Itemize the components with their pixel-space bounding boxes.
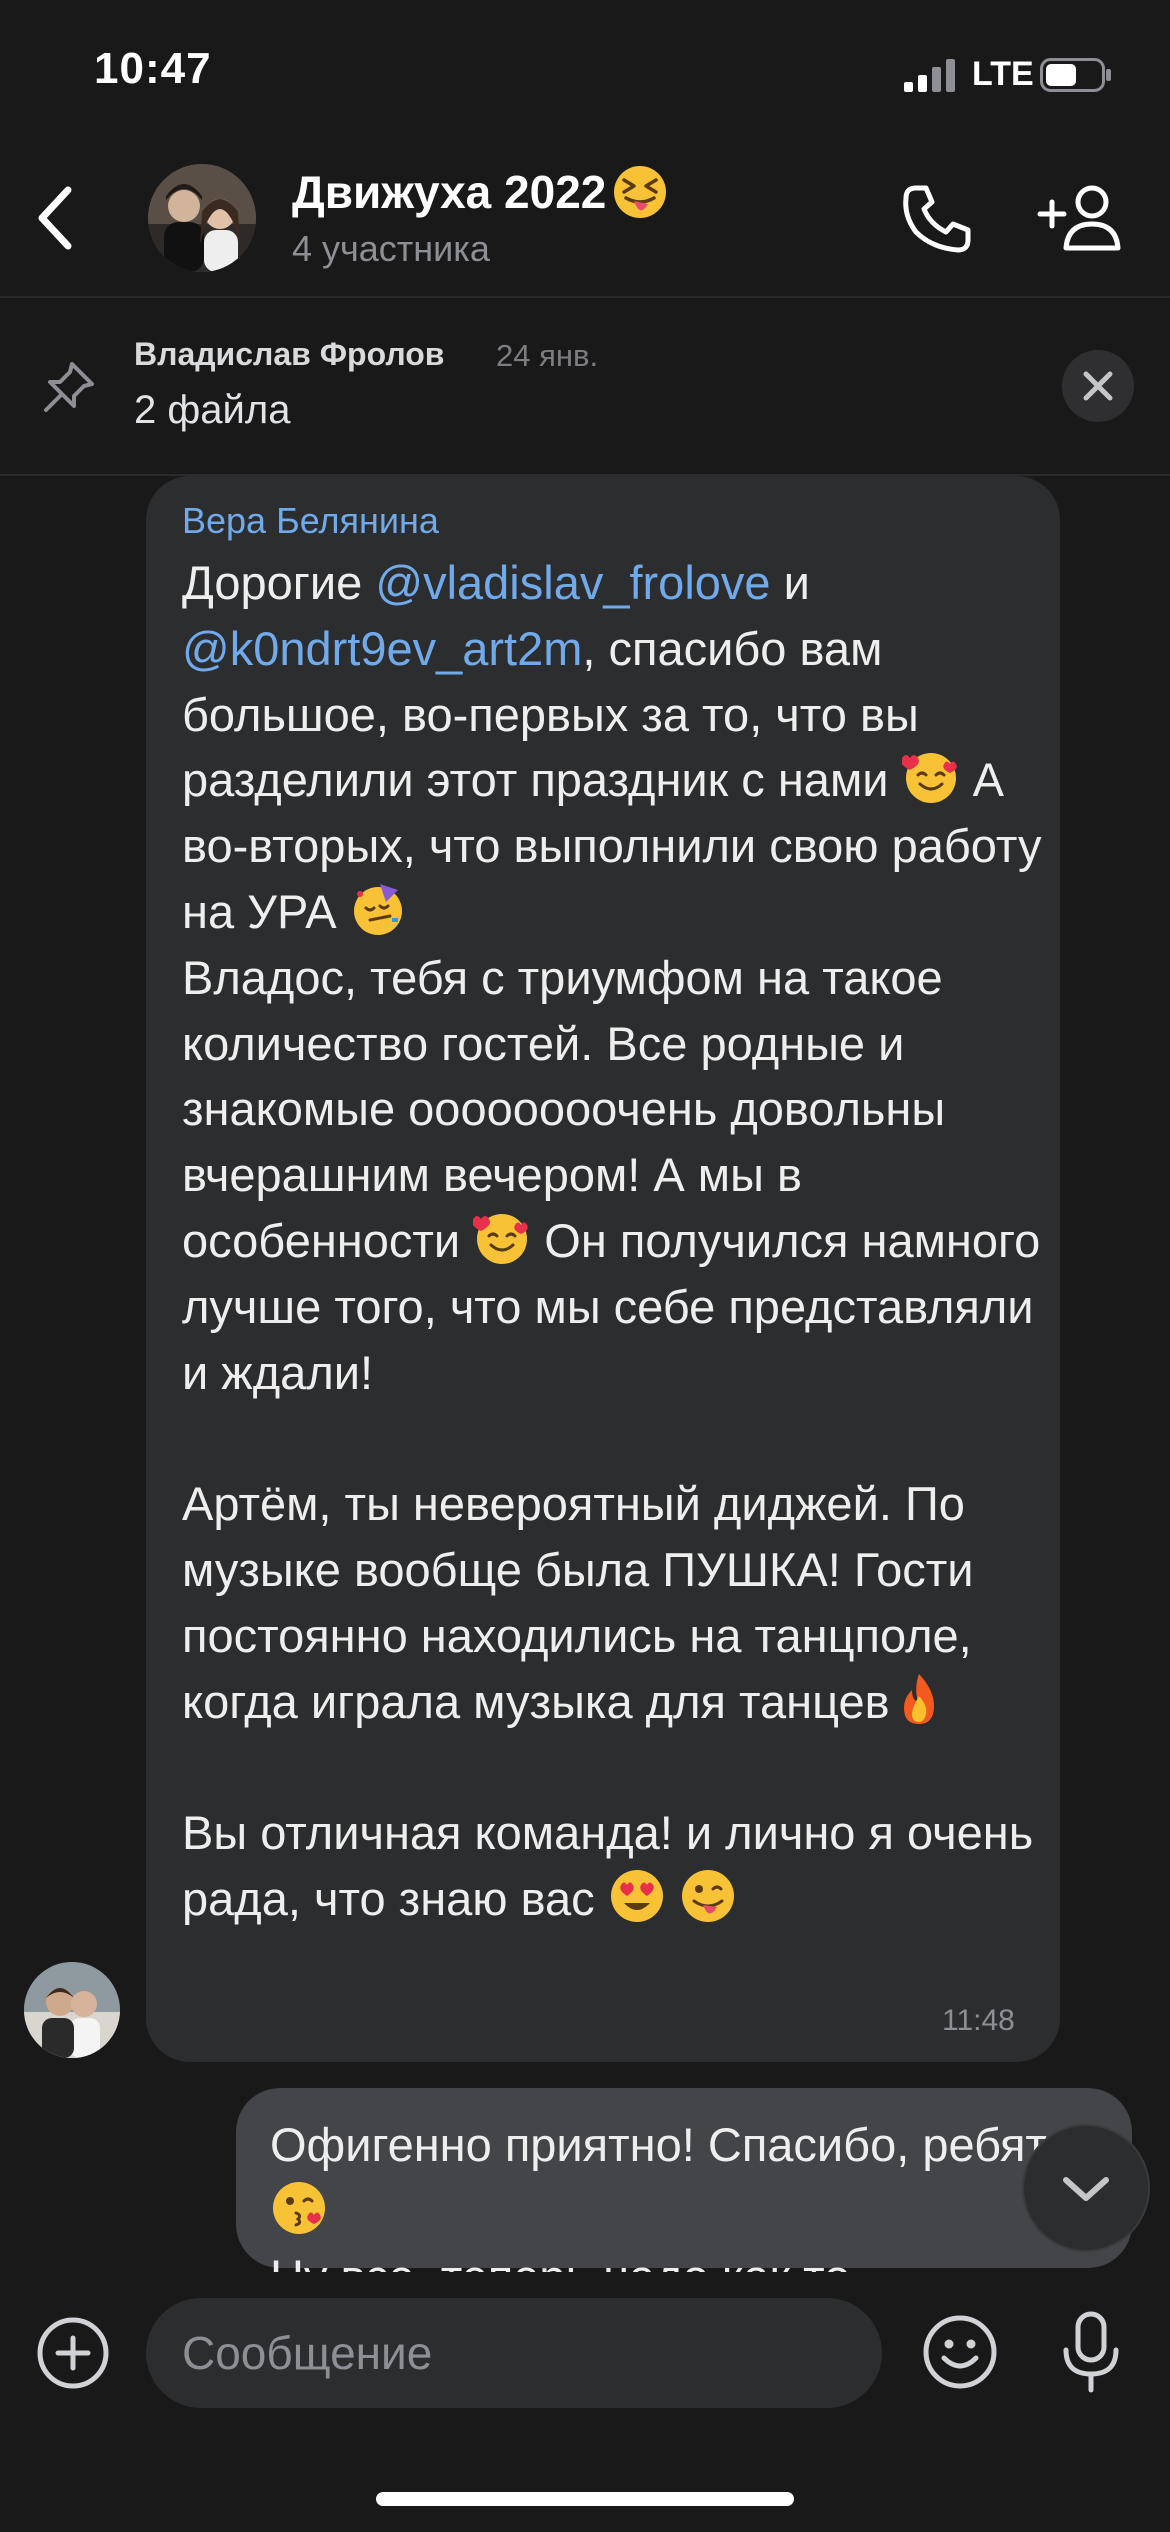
microphone-icon[interactable] [1056,2310,1126,2394]
kissing-heart-emoji-icon [273,2182,325,2234]
partying-face-emoji-icon [353,883,402,935]
messages-area[interactable]: Вера Белянина Дорогие @vladislav_frolove… [0,0,1170,2272]
attach-plus-icon[interactable] [36,2316,110,2390]
chevron-down-icon [1063,2177,1109,2201]
mention-link[interactable]: @vladislav_frolove [375,556,770,609]
incoming-message-text: Дорогие @vladislav_frolove и @k0ndrt9ev_… [182,556,1055,1925]
emoji-picker-icon[interactable] [922,2314,998,2390]
home-indicator [376,2492,794,2506]
sender-avatar[interactable] [24,1962,120,2058]
winking-tongue-emoji-icon [681,1869,734,1922]
scroll-down-button[interactable] [1022,2124,1150,2252]
message-input[interactable] [146,2298,882,2408]
heart-eyes-emoji-icon [610,1869,663,1922]
outgoing-message-text: Офигенно приятно! Спасибо, ребят Ну все,… [270,2112,1090,2272]
message-time: 11:48 [942,2004,1015,2037]
message-sender[interactable]: Вера Белянина [182,500,439,542]
mention-link[interactable]: @k0ndrt9ev_art2m [182,622,582,675]
smiling-hearts-emoji-icon [901,753,957,804]
fire-emoji-icon [903,1673,934,1724]
smiling-hearts-emoji-icon [473,1213,528,1264]
